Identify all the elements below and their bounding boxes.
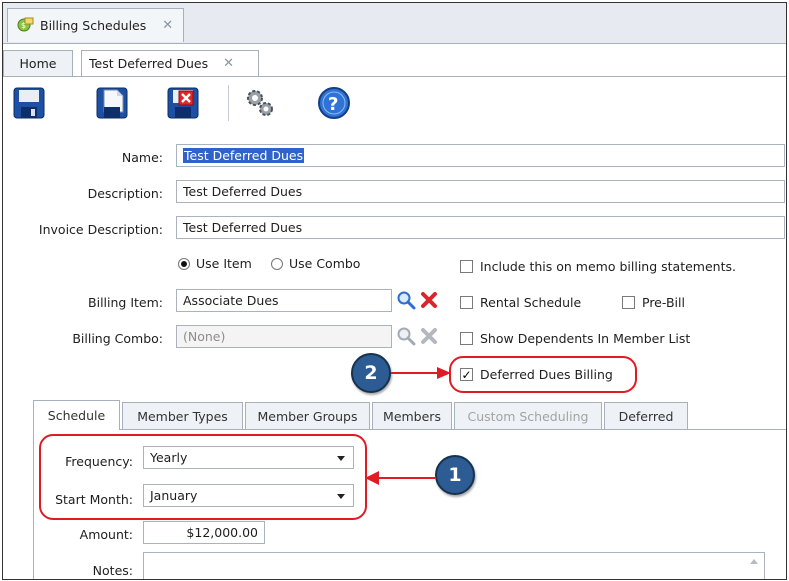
invoice-description-field[interactable]: Test Deferred Dues [176,216,785,239]
gears-icon [247,90,273,116]
tab-home[interactable]: Home [3,50,73,76]
amount-field[interactable]: $12,000.00 [143,521,265,544]
checkbox-box [622,296,635,309]
description-field[interactable]: Test Deferred Dues [176,180,785,203]
tab-schedule[interactable]: Schedule [33,400,120,430]
show-dependents-label: Show Dependents In Member List [480,331,691,346]
save-new-button[interactable] [92,83,132,123]
tab-home-label: Home [19,56,57,71]
tab-members[interactable]: Members [372,402,452,429]
memo-billing-label: Include this on memo billing statements. [480,259,736,274]
scroll-up-icon[interactable] [750,559,758,564]
billing-combo-label: Billing Combo: [72,331,163,346]
rental-schedule-label: Rental Schedule [480,295,582,310]
checkbox-box [460,260,473,273]
notes-label: Notes: [92,563,133,578]
document-tab-label: Billing Schedules [40,18,147,33]
callout-oval-deferred-billing [449,356,637,393]
name-label: Name: [121,150,163,165]
notes-field[interactable] [143,552,765,579]
help-button[interactable]: ? [314,83,354,123]
name-field[interactable]: Test Deferred Dues [176,144,785,167]
save-icon [13,87,45,119]
billing-item-label: Billing Item: [88,295,163,310]
document-tab-bar: $ Billing Schedules ✕ [3,3,786,44]
billing-schedule-window: $ Billing Schedules ✕ Home Test Deferred… [2,2,787,580]
use-item-label: Use Item [196,256,252,271]
checkbox-box [460,332,473,345]
tab-deferred[interactable]: Deferred [604,402,688,429]
svg-text:$: $ [21,21,26,30]
callout-oval-schedule [39,434,367,520]
search-icon [397,291,416,310]
billing-combo-field: (None) [176,325,392,348]
description-label: Description: [87,186,163,201]
search-icon [397,327,416,346]
amount-label: Amount: [79,527,133,542]
radio-dot [178,257,190,270]
billing-schedules-icon: $ [16,16,34,35]
toolbar: ? [3,79,786,129]
radio-dot [271,257,283,270]
clear-icon [421,328,437,344]
tab-member-groups[interactable]: Member Groups [245,402,370,429]
settings-button[interactable] [240,83,280,123]
checkbox-box [460,296,473,309]
tab-custom-scheduling: Custom Scheduling [454,402,602,429]
help-icon: ? [318,87,350,119]
rental-schedule-checkbox[interactable]: Rental Schedule [460,295,581,310]
billing-combo-clear-button [418,325,440,347]
lower-tab-strip: Schedule Member Types Member Groups Memb… [33,400,786,430]
save-new-icon [96,87,128,119]
toolbar-separator [228,85,229,121]
callout-badge-2: 2 [351,353,391,393]
save-button[interactable] [9,83,49,123]
callout-arrow-1 [365,471,435,485]
billing-combo-search-button [395,325,417,347]
pre-bill-checkbox[interactable]: Pre-Bill [622,295,685,310]
delete-button[interactable] [163,83,203,123]
callout-arrow-2 [391,367,451,379]
billing-item-field[interactable]: Associate Dues [176,289,392,312]
billing-item-search-button[interactable] [395,289,417,311]
memo-billing-checkbox[interactable]: Include this on memo billing statements. [460,259,736,274]
tab-test-deferred-dues[interactable]: Test Deferred Dues ✕ [81,50,259,76]
tab-active-label: Test Deferred Dues [89,56,209,71]
use-combo-label: Use Combo [289,256,361,271]
show-dependents-checkbox[interactable]: Show Dependents In Member List [460,331,690,346]
use-item-radio[interactable]: Use Item [178,256,252,271]
clear-icon [421,292,437,308]
name-value: Test Deferred Dues [183,148,305,163]
invoice-description-label: Invoice Description: [38,222,163,237]
tab-member-types[interactable]: Member Types [122,402,243,429]
record-tab-bar: Home Test Deferred Dues ✕ [3,50,786,77]
svg-text:?: ? [328,94,338,115]
document-tab-billing-schedules[interactable]: $ Billing Schedules ✕ [7,8,185,42]
amount-value: $12,000.00 [186,525,258,540]
close-icon[interactable]: ✕ [223,56,234,71]
callout-badge-1: 1 [435,455,475,495]
delete-icon [167,87,199,119]
pre-bill-label: Pre-Bill [642,295,685,310]
billing-item-clear-button[interactable] [418,289,440,311]
use-combo-radio[interactable]: Use Combo [271,256,360,271]
close-icon[interactable]: ✕ [162,18,173,33]
